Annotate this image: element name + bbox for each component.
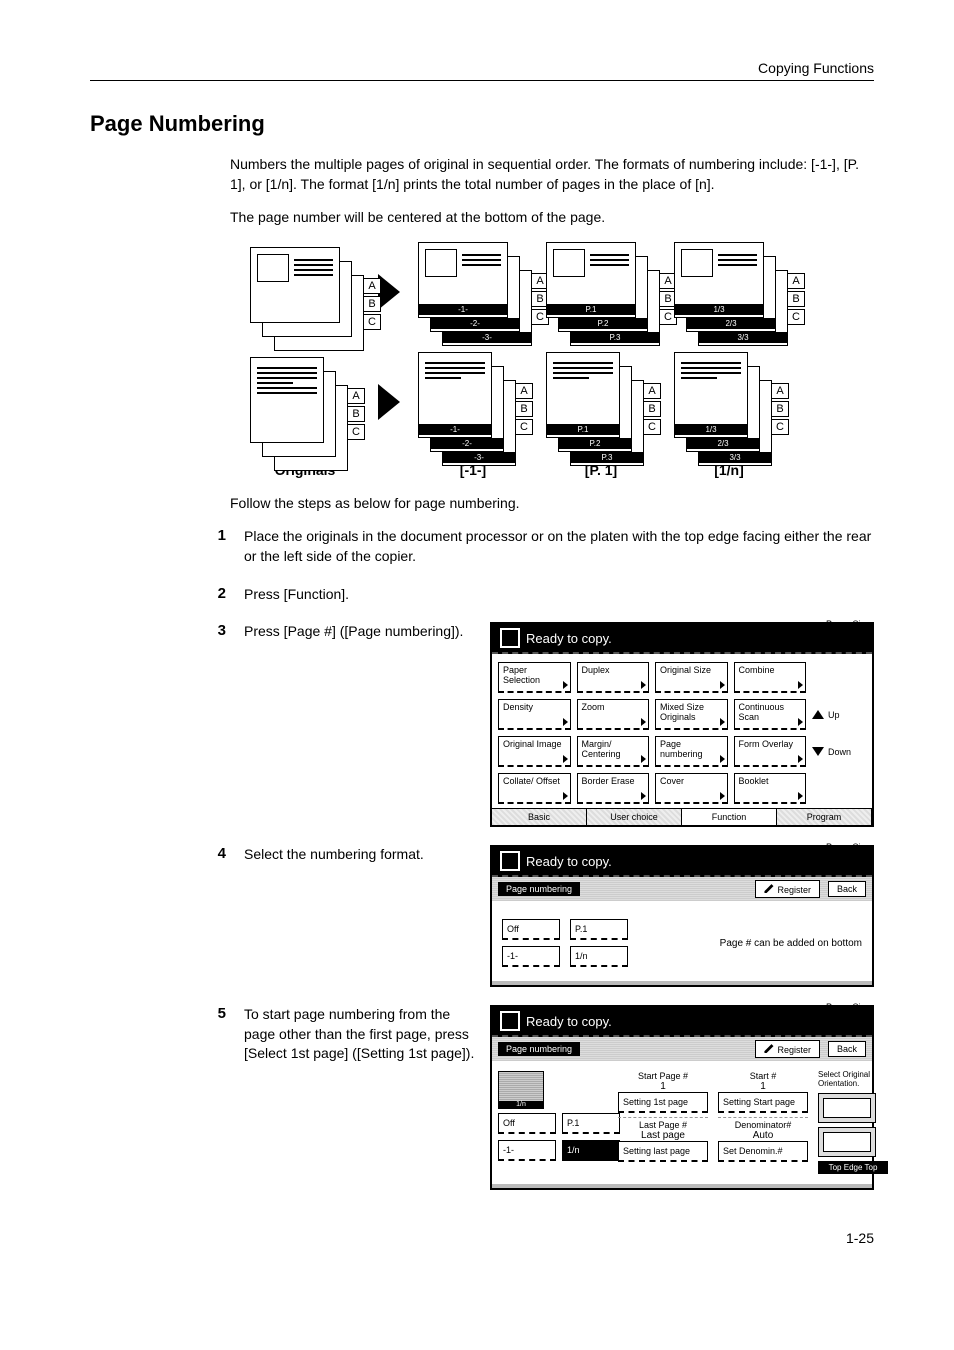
- register-button[interactable]: Register: [755, 1040, 820, 1058]
- cover-button[interactable]: Cover: [655, 773, 728, 804]
- pen-icon: [764, 1043, 774, 1053]
- start-page-value: 1: [618, 1081, 708, 1092]
- format-off-button[interactable]: Off: [498, 1113, 556, 1134]
- original-size-button[interactable]: Original Size: [655, 662, 728, 693]
- denominator-value: Auto: [718, 1130, 808, 1141]
- setting-last-page-button[interactable]: Setting last page: [618, 1141, 708, 1162]
- tab-basic[interactable]: Basic: [492, 809, 587, 825]
- step-number: 5: [190, 1005, 244, 1022]
- breadcrumb: Page numbering: [498, 882, 580, 896]
- pen-icon: [764, 883, 774, 893]
- step-text: To start page numbering from the page ot…: [244, 1005, 490, 1064]
- orientation-option[interactable]: [818, 1127, 876, 1157]
- start-page-label: Start Page #: [618, 1071, 708, 1081]
- tab-program[interactable]: Program: [777, 809, 872, 825]
- setting-start-page-button[interactable]: Setting Start page: [718, 1092, 808, 1113]
- page-number: 1-25: [90, 1230, 874, 1246]
- setting-1st-page-button[interactable]: Setting 1st page: [618, 1092, 708, 1113]
- preview-thumbnail: 1/n: [498, 1071, 544, 1109]
- scroll-down-button[interactable]: Down: [812, 736, 866, 767]
- breadcrumb: Page numbering: [498, 1042, 580, 1056]
- original-image-button[interactable]: Original Image: [498, 736, 571, 767]
- format-note: Page # can be added on bottom: [720, 938, 862, 949]
- duplex-button[interactable]: Duplex: [577, 662, 650, 693]
- form-overlay-button[interactable]: Form Overlay: [734, 736, 807, 767]
- step-number: 2: [190, 585, 244, 602]
- scroll-up-button[interactable]: Up: [812, 699, 866, 730]
- arrow-up-icon: [812, 710, 824, 719]
- mixed-size-originals-button[interactable]: Mixed Size Originals: [655, 699, 728, 730]
- step-text: Place the originals in the document proc…: [244, 527, 874, 566]
- page-numbering-button[interactable]: Page numbering: [655, 736, 728, 767]
- back-button[interactable]: Back: [828, 881, 866, 897]
- step-number: 4: [190, 845, 244, 862]
- orientation-value: Top Edge Top: [818, 1161, 888, 1174]
- orientation-label: Select Original Orientation.: [818, 1071, 888, 1089]
- booklet-button[interactable]: Booklet: [734, 773, 807, 804]
- start-num-value: 1: [718, 1081, 808, 1092]
- format-1n-button[interactable]: 1/n: [570, 946, 628, 967]
- denominator-label: Denominator#: [718, 1117, 808, 1130]
- panel-title: Ready to copy.: [526, 854, 612, 869]
- paper-selection-button[interactable]: Paper Selection: [498, 662, 571, 693]
- intro-paragraph-2: The page number will be centered at the …: [230, 208, 874, 228]
- last-page-label: Last Page #: [618, 1117, 708, 1130]
- margin-centering-button[interactable]: Margin/ Centering: [577, 736, 650, 767]
- format-off-button[interactable]: Off: [502, 919, 560, 940]
- format-p1-button[interactable]: P.1: [562, 1113, 620, 1134]
- zoom-button[interactable]: Zoom: [577, 699, 650, 730]
- collate-offset-button[interactable]: Collate/ Offset: [498, 773, 571, 804]
- set-denominator-button[interactable]: Set Denomin.#: [718, 1141, 808, 1162]
- document-icon: [500, 628, 520, 648]
- step-text: Press [Page #] ([Page numbering]).: [244, 622, 490, 642]
- format-1n-button[interactable]: 1/n: [562, 1140, 620, 1161]
- tab-function[interactable]: Function: [682, 809, 777, 825]
- orientation-option[interactable]: [818, 1093, 876, 1123]
- tab-user-choice[interactable]: User choice: [587, 809, 682, 825]
- running-head: Copying Functions: [90, 60, 874, 81]
- format-dash1dash-button[interactable]: -1-: [502, 946, 560, 967]
- format-p1-button[interactable]: P.1: [570, 919, 628, 940]
- numbering-format-panel: Paper Size100 Ready to copy. Page number…: [490, 845, 874, 987]
- document-icon: [500, 851, 520, 871]
- document-icon: [500, 1011, 520, 1031]
- arrow-icon: [378, 274, 400, 310]
- step-text: Select the numbering format.: [244, 845, 490, 865]
- last-page-value: Last page: [618, 1130, 708, 1141]
- numbering-figure: ABC -3-ABC -2- -1- P.3ABC P.2 P.1 3/3ABC: [250, 242, 874, 452]
- start-num-label: Start #: [718, 1071, 808, 1081]
- arrow-down-icon: [812, 747, 824, 756]
- border-erase-button[interactable]: Border Erase: [577, 773, 650, 804]
- continuous-scan-button[interactable]: Continuous Scan: [734, 699, 807, 730]
- panel-title: Ready to copy.: [526, 631, 612, 646]
- density-button[interactable]: Density: [498, 699, 571, 730]
- step-number: 1: [190, 527, 244, 544]
- register-button[interactable]: Register: [755, 880, 820, 898]
- step-text: Press [Function].: [244, 585, 874, 605]
- format-dash1dash-button[interactable]: -1-: [498, 1140, 556, 1161]
- arrow-icon: [378, 384, 400, 420]
- numbering-detail-panel: Paper Size100 Ready to copy. Page number…: [490, 1005, 874, 1190]
- follow-text: Follow the steps as below for page numbe…: [230, 494, 874, 514]
- intro-paragraph-1: Numbers the multiple pages of original i…: [230, 155, 874, 194]
- panel-title: Ready to copy.: [526, 1014, 612, 1029]
- section-title: Page Numbering: [90, 111, 874, 137]
- step-number: 3: [190, 622, 244, 639]
- back-button[interactable]: Back: [828, 1041, 866, 1057]
- function-panel: Paper Size100 Ready to copy. Paper Selec…: [490, 622, 874, 827]
- combine-button[interactable]: Combine: [734, 662, 807, 693]
